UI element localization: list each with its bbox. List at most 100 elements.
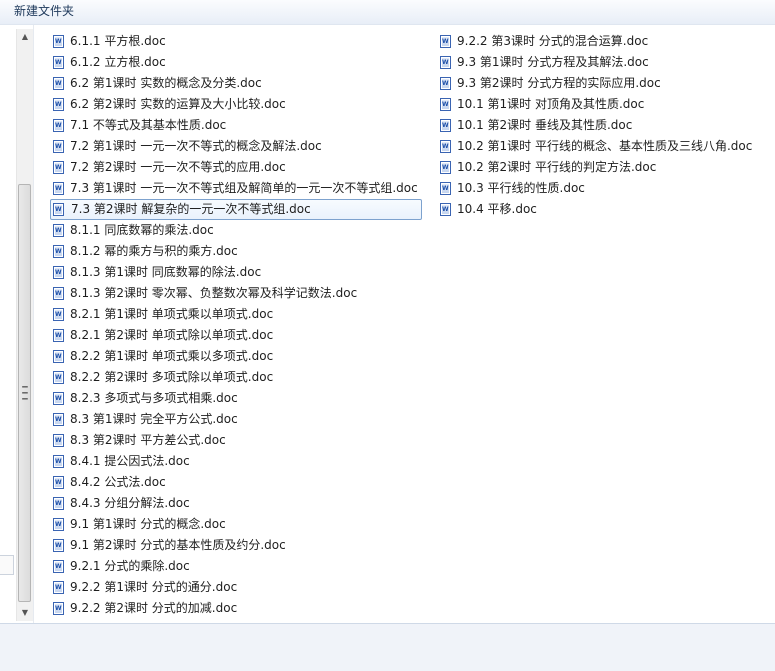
word-doc-icon (53, 539, 64, 552)
file-name: 9.1 第1课时 分式的概念.doc (70, 517, 226, 531)
file-item[interactable]: 10.2 第1课时 平行线的概念、基本性质及三线八角.doc (437, 136, 756, 157)
file-name: 9.1 第2课时 分式的基本性质及约分.doc (70, 538, 286, 552)
file-name: 6.2 第2课时 实数的运算及大小比较.doc (70, 97, 286, 111)
file-name: 8.3 第2课时 平方差公式.doc (70, 433, 226, 447)
file-item[interactable]: 8.3 第2课时 平方差公式.doc (50, 430, 422, 451)
file-name: 9.2.2 第1课时 分式的通分.doc (70, 580, 238, 594)
file-name: 8.2.1 第1课时 单项式乘以单项式.doc (70, 307, 274, 321)
file-name: 7.2 第1课时 一元一次不等式的概念及解法.doc (70, 139, 322, 153)
word-doc-icon (53, 77, 64, 90)
word-doc-icon (440, 35, 451, 48)
file-name: 8.2.1 第2课时 单项式除以单项式.doc (70, 328, 274, 342)
file-name: 8.1.1 同底数幂的乘法.doc (70, 223, 214, 237)
word-doc-icon (440, 56, 451, 69)
file-item[interactable]: 8.4.3 分组分解法.doc (50, 493, 422, 514)
file-name: 7.1 不等式及其基本性质.doc (70, 118, 227, 132)
word-doc-icon (53, 602, 64, 615)
navigation-scrollbar[interactable]: ▲ ━ ━ ━ ▼ (16, 29, 33, 621)
file-item[interactable]: 10.2 第2课时 平行线的判定方法.doc (437, 157, 756, 178)
file-item[interactable]: 8.2.3 多项式与多项式相乘.doc (50, 388, 422, 409)
word-doc-icon (53, 245, 64, 258)
file-item[interactable]: 10.1 第2课时 垂线及其性质.doc (437, 115, 756, 136)
file-name: 8.2.2 第2课时 多项式除以单项式.doc (70, 370, 274, 384)
word-doc-icon (53, 266, 64, 279)
file-item[interactable]: 9.1 第1课时 分式的概念.doc (50, 514, 422, 535)
file-item[interactable]: 9.1 第2课时 分式的基本性质及约分.doc (50, 535, 422, 556)
file-item[interactable]: 9.3 第1课时 分式方程及其解法.doc (437, 52, 756, 73)
file-name: 10.3 平行线的性质.doc (457, 181, 585, 195)
word-doc-icon (53, 413, 64, 426)
toolbar: 新建文件夹 (0, 0, 775, 25)
word-doc-icon (53, 497, 64, 510)
word-doc-icon (53, 371, 64, 384)
word-doc-icon (53, 224, 64, 237)
file-item[interactable]: 6.1.1 平方根.doc (50, 31, 422, 52)
word-doc-icon (53, 119, 64, 132)
file-item[interactable]: 6.1.2 立方根.doc (50, 52, 422, 73)
word-doc-icon (53, 35, 64, 48)
file-item[interactable]: 8.4.1 提公因式法.doc (50, 451, 422, 472)
file-item[interactable]: 7.1 不等式及其基本性质.doc (50, 115, 422, 136)
file-name: 9.2.2 第3课时 分式的混合运算.doc (457, 34, 649, 48)
file-item[interactable]: 7.2 第1课时 一元一次不等式的概念及解法.doc (50, 136, 422, 157)
file-item[interactable]: 10.1 第1课时 对顶角及其性质.doc (437, 94, 756, 115)
file-item[interactable]: 7.2 第2课时 一元一次不等式的应用.doc (50, 157, 422, 178)
navigation-pane-item[interactable] (0, 555, 14, 575)
file-item[interactable]: 8.3 第1课时 完全平方公式.doc (50, 409, 422, 430)
word-doc-icon (53, 560, 64, 573)
file-item[interactable]: 8.4.2 公式法.doc (50, 472, 422, 493)
file-item[interactable]: 9.2.1 分式的乘除.doc (50, 556, 422, 577)
word-doc-icon (53, 476, 64, 489)
status-bar (0, 623, 775, 671)
file-list[interactable]: 6.1.1 平方根.doc 6.1.2 立方根.doc 6.2 第1课时 实数的概念… (34, 25, 775, 623)
file-name: 8.1.3 第2课时 零次幂、负整数次幂及科学记数法.doc (70, 286, 358, 300)
file-item[interactable]: 8.2.2 第2课时 多项式除以单项式.doc (50, 367, 422, 388)
file-item[interactable]: 8.1.3 第1课时 同底数幂的除法.doc (50, 262, 422, 283)
scroll-down-arrow-icon[interactable]: ▼ (17, 605, 33, 621)
word-doc-icon (53, 308, 64, 321)
file-item[interactable]: 8.1.2 幂的乘方与积的乘方.doc (50, 241, 422, 262)
file-item[interactable]: 9.2.2 第1课时 分式的通分.doc (50, 577, 422, 598)
file-name: 10.1 第1课时 对顶角及其性质.doc (457, 97, 645, 111)
scroll-up-arrow-icon[interactable]: ▲ (17, 29, 33, 45)
file-name: 7.3 第2课时 解复杂的一元一次不等式组.doc (71, 202, 311, 216)
file-item[interactable]: 8.1.3 第2课时 零次幂、负整数次幂及科学记数法.doc (50, 283, 422, 304)
file-name: 10.1 第2课时 垂线及其性质.doc (457, 118, 633, 132)
file-item[interactable]: 7.3 第2课时 解复杂的一元一次不等式组.doc (50, 199, 422, 220)
word-doc-icon (440, 119, 451, 132)
file-item[interactable]: 6.2 第2课时 实数的运算及大小比较.doc (50, 94, 422, 115)
file-name: 8.3 第1课时 完全平方公式.doc (70, 412, 238, 426)
file-name: 6.1.2 立方根.doc (70, 55, 166, 69)
file-item[interactable]: 9.2.2 第2课时 分式的加减.doc (50, 598, 422, 619)
file-item[interactable]: 9.2.2 第3课时 分式的混合运算.doc (437, 31, 756, 52)
file-name: 9.2.2 第2课时 分式的加减.doc (70, 601, 238, 615)
file-item[interactable]: 8.2.2 第1课时 单项式乘以多项式.doc (50, 346, 422, 367)
file-item[interactable]: 7.3 第1课时 一元一次不等式组及解简单的一元一次不等式组.doc (50, 178, 422, 199)
file-item[interactable]: 10.4 平移.doc (437, 199, 756, 220)
file-item[interactable]: 6.2 第1课时 实数的概念及分类.doc (50, 73, 422, 94)
word-doc-icon (440, 182, 451, 195)
word-doc-icon (440, 77, 451, 90)
file-name: 8.4.2 公式法.doc (70, 475, 166, 489)
file-column-1: 6.1.1 平方根.doc 6.1.2 立方根.doc 6.2 第1课时 实数的概念… (50, 31, 422, 619)
word-doc-icon (53, 203, 64, 216)
word-doc-icon (53, 182, 64, 195)
file-item[interactable]: 9.3 第2课时 分式方程的实际应用.doc (437, 73, 756, 94)
file-name: 10.4 平移.doc (457, 202, 537, 216)
word-doc-icon (53, 161, 64, 174)
file-item[interactable]: 8.2.1 第1课时 单项式乘以单项式.doc (50, 304, 422, 325)
scrollbar-thumb[interactable]: ━ ━ ━ (18, 184, 31, 602)
word-doc-icon (440, 98, 451, 111)
word-doc-icon (53, 140, 64, 153)
new-folder-button[interactable]: 新建文件夹 (6, 2, 82, 20)
file-name: 6.2 第1课时 实数的概念及分类.doc (70, 76, 262, 90)
scroll-grip-icon: ━ ━ ━ (22, 383, 28, 405)
file-name: 8.4.3 分组分解法.doc (70, 496, 190, 510)
word-doc-icon (53, 98, 64, 111)
file-item[interactable]: 10.3 平行线的性质.doc (437, 178, 756, 199)
file-name: 8.2.2 第1课时 单项式乘以多项式.doc (70, 349, 274, 363)
file-item[interactable]: 8.1.1 同底数幂的乘法.doc (50, 220, 422, 241)
file-item[interactable]: 8.2.1 第2课时 单项式除以单项式.doc (50, 325, 422, 346)
word-doc-icon (53, 329, 64, 342)
word-doc-icon (53, 518, 64, 531)
